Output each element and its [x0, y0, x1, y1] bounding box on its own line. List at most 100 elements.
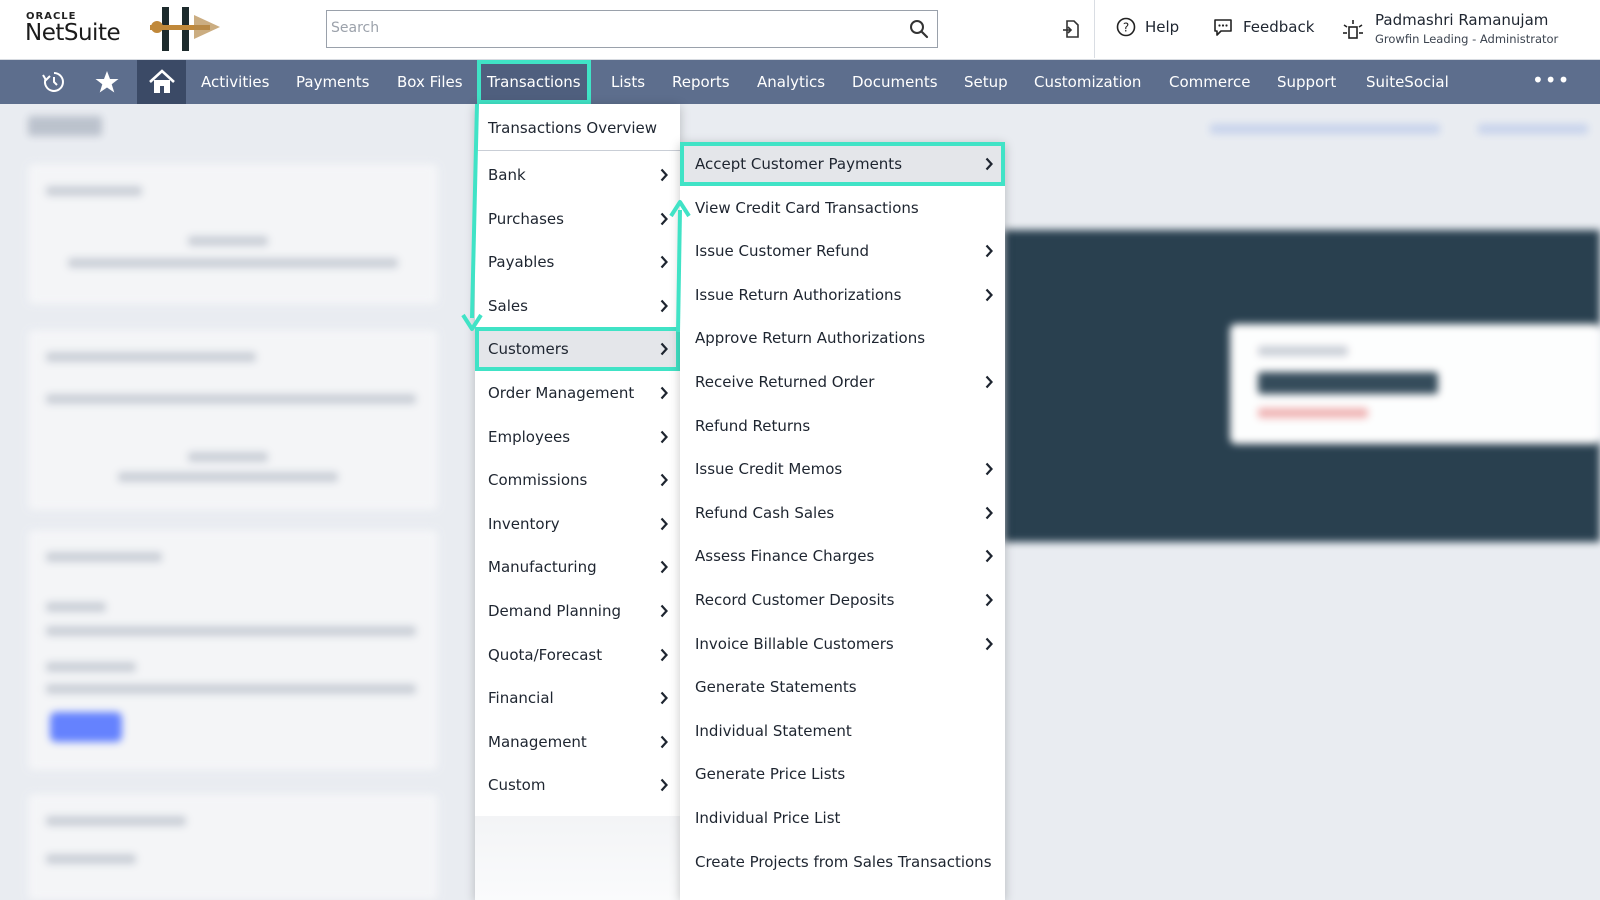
- submenu-item-generate-statements[interactable]: Generate Statements: [680, 665, 1005, 709]
- submenu-item-refund-cash-sales[interactable]: Refund Cash Sales: [680, 491, 1005, 535]
- search-button-placeholder: [50, 712, 122, 742]
- submenu-item-label: Refund Returns: [695, 416, 811, 435]
- tab-lists[interactable]: Lists: [611, 60, 645, 104]
- tab-setup[interactable]: Setup: [964, 60, 1008, 104]
- search-input[interactable]: [331, 11, 891, 45]
- submenu-item-approve-return-authorizations[interactable]: Approve Return Authorizations: [680, 316, 1005, 360]
- more-tabs-button[interactable]: •••: [1532, 60, 1570, 104]
- chevron-right-icon: [985, 506, 993, 520]
- global-search-field[interactable]: [326, 10, 938, 48]
- submenu-item-create-projects-from-sales-transactions[interactable]: Create Projects from Sales Transactions: [680, 840, 1005, 884]
- menu-item-demand-planning[interactable]: Demand Planning: [475, 589, 680, 633]
- submenu-item-refund-returns[interactable]: Refund Returns: [680, 404, 1005, 448]
- submenu-item-invoice-billable-customers[interactable]: Invoice Billable Customers: [680, 622, 1005, 666]
- recent-records-icon[interactable]: [1061, 18, 1083, 40]
- help-button[interactable]: ? Help: [1116, 17, 1179, 37]
- menu-item-label: Financial: [488, 689, 554, 708]
- submenu-item-label: Create Projects from Sales Transactions: [695, 852, 992, 871]
- submenu-item-receive-returned-order[interactable]: Receive Returned Order: [680, 360, 1005, 404]
- tab-commerce[interactable]: Commerce: [1169, 60, 1250, 104]
- tab-support[interactable]: Support: [1277, 60, 1336, 104]
- tab-payments[interactable]: Payments: [296, 60, 369, 104]
- menu-item-label: Transactions Overview: [488, 119, 658, 137]
- menu-empty-area: [475, 816, 680, 900]
- menu-item-label: Order Management: [488, 384, 635, 402]
- chevron-right-icon: [660, 561, 668, 574]
- menu-item-financial[interactable]: Financial: [475, 676, 680, 720]
- search-icon[interactable]: [909, 19, 929, 39]
- tab-box-files[interactable]: Box Files: [397, 60, 463, 104]
- chevron-right-icon: [660, 735, 668, 749]
- submenu-item-accept-customer-payments[interactable]: Accept Customer Payments: [680, 142, 1005, 186]
- recent-button[interactable]: [30, 60, 78, 104]
- chevron-right-icon: [660, 255, 668, 269]
- menu-item-label: Customers: [488, 340, 569, 359]
- tab-suitesocial[interactable]: SuiteSocial: [1366, 60, 1449, 104]
- role-switch-icon[interactable]: [1341, 18, 1365, 42]
- submenu-item-assess-finance-charges[interactable]: Assess Finance Charges: [680, 534, 1005, 578]
- submenu-item-generate-price-lists[interactable]: Generate Price Lists: [680, 752, 1005, 796]
- netsuite-logo-text[interactable]: NetSuite: [25, 20, 121, 46]
- transactions-dropdown-menu: Transactions Overview Bank Purchases Payab…: [475, 104, 680, 900]
- chevron-right-icon: [660, 691, 668, 705]
- feedback-label: Feedback: [1243, 18, 1315, 36]
- submenu-item-label: Assess Finance Charges: [695, 547, 875, 566]
- menu-item-purchases[interactable]: Purchases: [475, 197, 680, 241]
- history-icon: [42, 72, 64, 92]
- chevron-right-icon: [660, 648, 668, 661]
- favorites-button[interactable]: [83, 60, 131, 104]
- help-label: Help: [1145, 18, 1180, 36]
- tab-documents[interactable]: Documents: [852, 60, 938, 104]
- menu-item-label: Commissions: [488, 471, 588, 490]
- top-items-portlet: [28, 330, 438, 510]
- submenu-item-issue-customer-refund[interactable]: Issue Customer Refund: [680, 229, 1005, 273]
- submenu-item-view-credit-card-transactions[interactable]: View Credit Card Transactions: [680, 186, 1005, 230]
- tab-analytics[interactable]: Analytics: [757, 60, 825, 104]
- menu-item-transactions-overview[interactable]: Transactions Overview: [475, 106, 680, 150]
- menu-item-custom[interactable]: Custom: [475, 763, 680, 807]
- menu-item-payables[interactable]: Payables: [475, 240, 680, 284]
- menu-item-employees[interactable]: Employees: [475, 415, 680, 459]
- submenu-item-label: Issue Customer Refund: [695, 242, 869, 261]
- menu-item-label: Purchases: [488, 209, 564, 228]
- tab-customization[interactable]: Customization: [1034, 60, 1141, 104]
- menu-item-label: Demand Planning: [488, 602, 621, 620]
- menu-item-bank[interactable]: Bank: [475, 153, 680, 197]
- menu-item-sales[interactable]: Sales: [475, 284, 680, 328]
- menu-item-label: Management: [488, 732, 587, 751]
- submenu-item-individual-price-list[interactable]: Individual Price List: [680, 796, 1005, 840]
- submenu-item-record-customer-deposits[interactable]: Record Customer Deposits: [680, 578, 1005, 622]
- menu-item-inventory[interactable]: Inventory: [475, 502, 680, 546]
- chevron-right-icon: [660, 168, 668, 182]
- menu-item-quota-forecast[interactable]: Quota/Forecast: [475, 633, 680, 677]
- menu-item-customers[interactable]: Customers: [475, 327, 680, 372]
- settings-link-placeholder: [1210, 124, 1440, 134]
- home-button[interactable]: [137, 60, 186, 104]
- submenu-item-label: Accept Customer Payments: [695, 155, 903, 173]
- tab-activities[interactable]: Activities: [201, 60, 269, 104]
- submenu-item-individual-statement[interactable]: Individual Statement: [680, 709, 1005, 753]
- menu-item-manufacturing[interactable]: Manufacturing: [475, 545, 680, 589]
- menu-item-order-management[interactable]: Order Management: [475, 371, 680, 415]
- menu-item-management[interactable]: Management: [475, 720, 680, 764]
- menu-item-commissions[interactable]: Commissions: [475, 458, 680, 502]
- tab-reports[interactable]: Reports: [672, 60, 730, 104]
- feedback-button[interactable]: Feedback: [1212, 17, 1314, 37]
- chevron-right-icon: [985, 375, 993, 389]
- submenu-item-label: Receive Returned Order: [695, 373, 875, 391]
- submenu-item-issue-credit-memos[interactable]: Issue Credit Memos: [680, 447, 1005, 491]
- page-title-placeholder: [28, 116, 102, 136]
- chevron-right-icon: [660, 386, 668, 400]
- tab-transactions[interactable]: Transactions: [477, 60, 591, 104]
- customers-submenu: Accept Customer Payments View Credit Card…: [680, 142, 1005, 900]
- chevron-right-icon: [660, 604, 668, 618]
- home-icon: [148, 69, 175, 93]
- chevron-right-icon: [985, 157, 993, 171]
- user-name[interactable]: Padmashri Ramanujam: [1375, 11, 1548, 29]
- chevron-right-icon: [660, 212, 668, 225]
- menu-item-label: Inventory: [488, 514, 560, 533]
- submenu-item-issue-return-authorizations[interactable]: Issue Return Authorizations: [680, 273, 1005, 317]
- user-role[interactable]: Growfin Leading - Administrator: [1375, 32, 1558, 46]
- chevron-right-icon: [985, 462, 993, 476]
- menu-item-label: Custom: [488, 776, 546, 795]
